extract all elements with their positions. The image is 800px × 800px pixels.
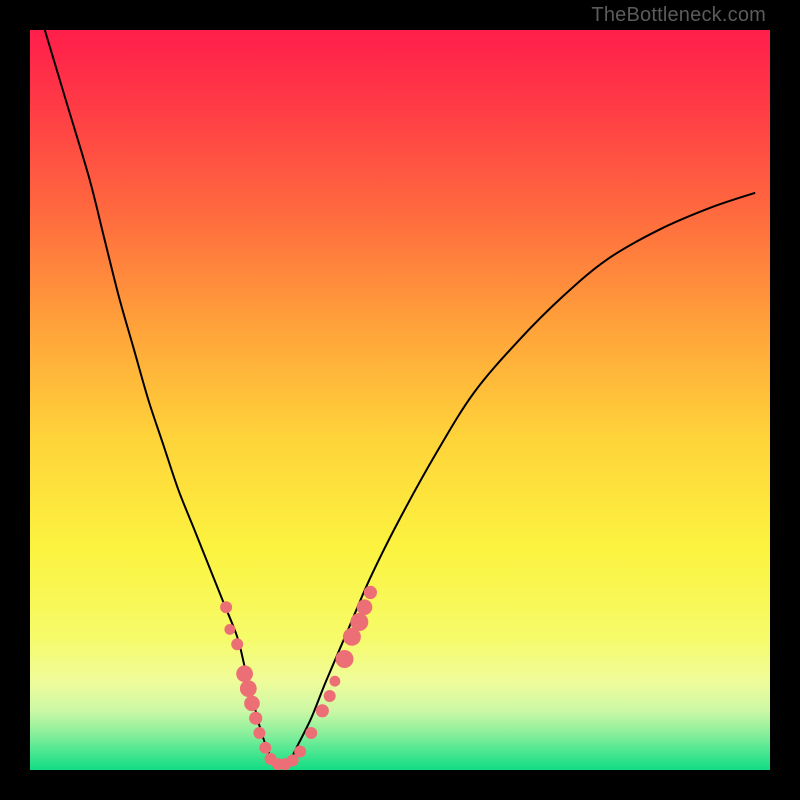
data-point-marker xyxy=(244,696,260,712)
curve-layer xyxy=(30,30,770,770)
data-point-marker xyxy=(236,665,253,682)
data-point-marker xyxy=(329,676,340,687)
bottleneck-curve xyxy=(45,30,755,766)
data-point-marker xyxy=(220,601,232,613)
data-point-marker xyxy=(357,599,373,615)
watermark-label: TheBottleneck.com xyxy=(591,4,766,27)
data-point-marker xyxy=(224,624,235,635)
chart-frame: TheBottleneck.com xyxy=(0,0,800,800)
data-point-marker xyxy=(253,727,265,739)
data-point-marker xyxy=(324,690,336,702)
data-point-marker xyxy=(336,650,354,668)
data-point-marker xyxy=(240,680,257,697)
data-point-marker xyxy=(364,586,377,599)
data-point-marker xyxy=(294,746,306,758)
plot-area xyxy=(30,30,770,770)
data-point-marker xyxy=(305,727,317,739)
data-point-marker xyxy=(259,742,271,754)
data-point-marker xyxy=(231,638,243,650)
data-point-marker xyxy=(249,712,262,725)
data-point-marker xyxy=(316,704,329,717)
data-point-marker xyxy=(350,613,368,631)
